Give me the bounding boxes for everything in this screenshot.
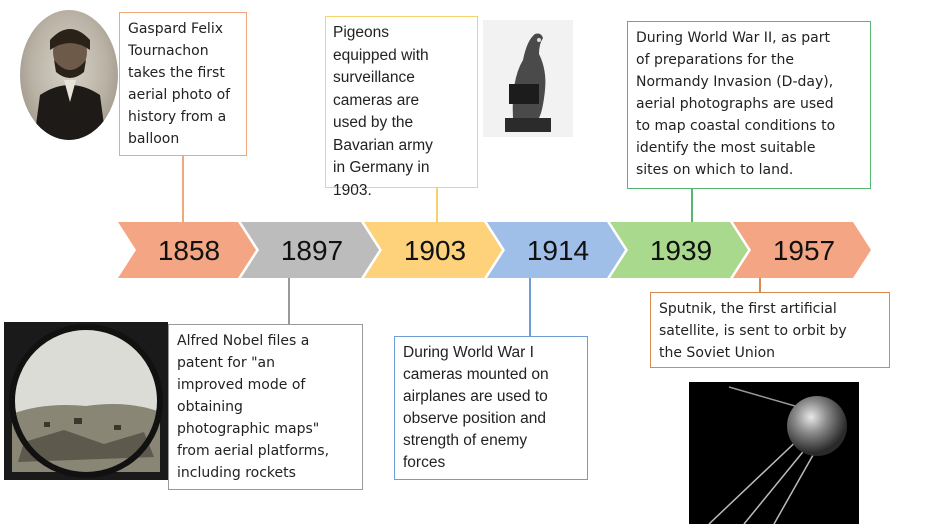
chevron-1858: 1858 [118, 222, 256, 278]
chevron-1939: 1939 [610, 222, 748, 278]
event-1903-text: Pigeons equipped with surveillance camer… [333, 24, 433, 199]
chevron-1914: 1914 [487, 222, 625, 278]
year-1858: 1858 [158, 235, 220, 266]
chevron-1957: 1957 [733, 222, 871, 278]
year-1914: 1914 [527, 235, 589, 266]
event-1897-text: Alfred Nobel files a patent for "an impr… [177, 333, 330, 481]
year-1897: 1897 [281, 235, 343, 266]
event-1897-box: Alfred Nobel files a patent for "an impr… [168, 324, 363, 490]
event-1858-text: Gaspard Felix Tournachon takes the first… [128, 21, 231, 147]
year-1903: 1903 [404, 235, 466, 266]
chevron-1897: 1897 [241, 222, 379, 278]
event-1957-text: Sputnik, the first artificial satellite,… [659, 301, 847, 361]
event-1914-text: During World War I cameras mounted on ai… [403, 344, 549, 471]
event-1914-box: During World War I cameras mounted on ai… [394, 336, 588, 480]
year-1957: 1957 [773, 235, 835, 266]
year-1939: 1939 [650, 235, 712, 266]
event-1903-box: Pigeons equipped with surveillance camer… [325, 16, 478, 199]
event-1858-box: Gaspard Felix Tournachon takes the first… [119, 12, 247, 156]
event-1939-text: During World War II, as part of preparat… [636, 30, 836, 178]
chevron-1903: 1903 [364, 222, 502, 278]
event-1939-box: During World War II, as part of preparat… [627, 21, 871, 189]
event-1957-box: Sputnik, the first artificial satellite,… [650, 292, 890, 368]
